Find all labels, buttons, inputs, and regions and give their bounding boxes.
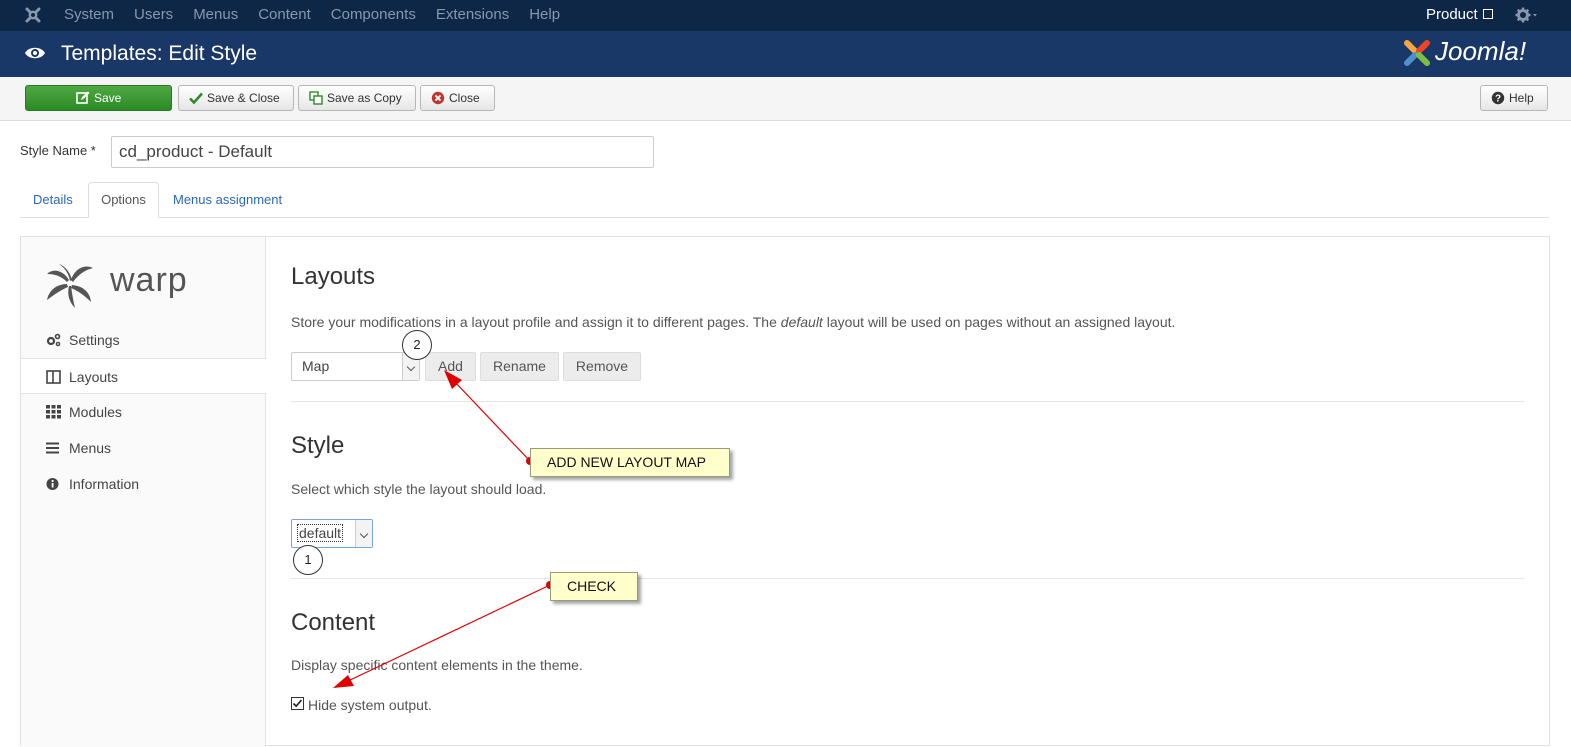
joomla-brand: Joomla! [1435,36,1527,66]
cancel-icon [431,91,445,105]
columns-icon [46,370,61,384]
sidebar-item-label: Menus [69,440,112,456]
close-label: Close [449,91,480,105]
remove-layout-button[interactable]: Remove [563,352,641,381]
sidebar-item-label: Information [69,476,140,492]
eye-icon [25,47,45,59]
top-menu-bar: System Users Menus Content Components Ex… [0,0,1571,31]
tab-bar-divider [20,217,1549,218]
layouts-description: Store your modifications in a layout pro… [291,314,1175,330]
joomla-menu-icon[interactable] [24,6,42,24]
content-heading: Content [291,609,376,636]
content-description: Display specific content elements in the… [291,657,583,673]
menu-help[interactable]: Help [529,0,560,31]
top-menu: System Users Menus Content Components Ex… [64,0,580,31]
save-copy-label: Save as Copy [327,91,402,105]
save-close-label: Save & Close [207,91,280,105]
question-icon: ? [1491,91,1505,105]
style-heading: Style [291,432,345,459]
sidebar-item-layouts[interactable]: Layouts [21,358,267,394]
info-icon [46,478,59,490]
warp-brand: warp [110,261,188,299]
sidebar-item-label: Modules [69,404,122,420]
cogs-icon [46,333,61,347]
layouts-desc-text: Store your modifications in a layout pro… [291,314,781,330]
sidebar-item-menus[interactable]: Menus [21,430,266,466]
tab-details[interactable]: Details [33,186,73,214]
step-marker-1: 1 [293,545,323,575]
sidebar-item-label: Settings [69,332,120,348]
edit-icon [76,91,90,104]
tab-options[interactable]: Options [88,182,159,218]
menu-content[interactable]: Content [258,0,311,31]
site-link-label: Product [1426,6,1478,23]
menu-components[interactable]: Components [331,0,416,31]
help-label: Help [1509,91,1534,105]
menu-menus[interactable]: Menus [193,0,238,31]
save-close-button[interactable]: Save & Close [178,85,294,111]
style-name-input[interactable]: cd_product - Default [111,136,654,168]
checkmark-icon [292,699,303,708]
style-select-value: default [297,524,344,542]
sidebar-item-settings[interactable]: Settings [21,322,266,358]
layouts-desc-emphasis: default [780,314,823,330]
chevron-down-icon [355,520,372,547]
copy-icon [309,91,323,105]
layout-profile-value: Map [302,358,330,374]
annotation-note-add-layout: ADD NEW LAYOUT MAP [530,448,730,477]
site-link[interactable]: Product [1426,0,1493,30]
rename-layout-button[interactable]: Rename [480,352,559,381]
page-title: Templates: Edit Style [61,42,258,65]
save-button[interactable]: Save [25,85,172,111]
hide-system-output-label: Hide system output. [308,697,432,713]
annotation-note-check: CHECK [550,572,638,601]
svg-text:?: ? [1495,94,1501,105]
style-select[interactable]: default [291,519,373,548]
save-label: Save [94,91,122,105]
grid-icon [46,405,61,419]
layout-profile-select[interactable]: Map [291,352,420,381]
menu-users[interactable]: Users [134,0,173,31]
sidebar-item-information[interactable]: Information [21,466,266,502]
sidebar-item-modules[interactable]: Modules [21,394,266,430]
hide-system-output-checkbox[interactable] [291,697,304,710]
menu-extensions[interactable]: Extensions [436,0,509,31]
close-button[interactable]: Close [420,85,495,111]
section-divider [291,578,1524,579]
title-bar: Templates: Edit Style Joomla! [0,31,1571,77]
list-icon [46,442,59,454]
toolbar: Save Save & Close Save as Copy Close ? H… [0,77,1571,121]
warp-logo-icon [47,264,93,308]
save-copy-button[interactable]: Save as Copy [298,85,416,111]
style-description: Select which style the layout should loa… [291,481,547,497]
tab-menus-assignment[interactable]: Menus assignment [173,186,282,214]
sidebar-item-label: Layouts [69,369,119,385]
layouts-desc-text-end: layout will be used on pages without an … [822,314,1176,330]
section-divider [291,401,1524,402]
step-marker-2: 2 [402,330,432,360]
style-name-label: Style Name * [20,143,96,158]
check-icon [189,92,203,105]
external-link-icon [1482,9,1493,19]
gear-dropdown-icon[interactable] [1515,6,1537,24]
add-layout-button[interactable]: Add [425,352,476,381]
menu-system[interactable]: System [64,0,114,31]
layouts-heading: Layouts [291,263,376,290]
help-button[interactable]: ? Help [1480,85,1548,111]
